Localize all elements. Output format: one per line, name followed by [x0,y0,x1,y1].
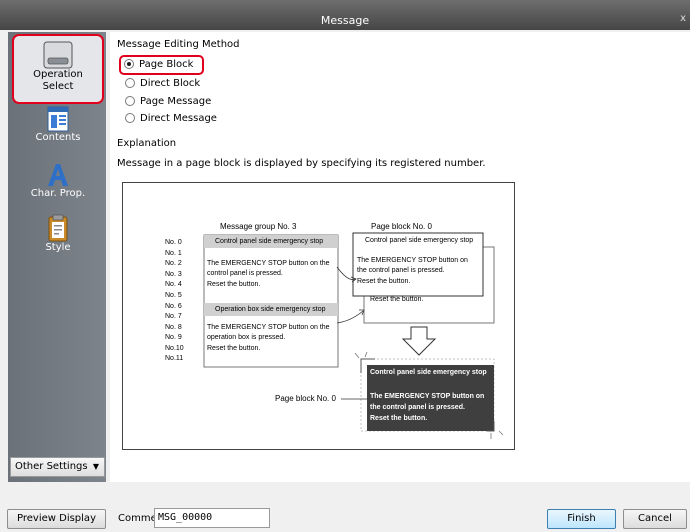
sidebar-item-label: Char. Prop. [30,188,86,199]
explanation-text: Message in a page block is displayed by … [117,158,486,169]
sidebar-item-label: Contents [35,132,81,143]
group-message-line: The EMERGENCY STOP button on the [207,324,330,331]
option-page-message[interactable]: Page Message [125,96,211,110]
sidebar-item-label: Select [42,81,74,92]
group-message-line: The EMERGENCY STOP button on the [207,260,330,267]
close-icon[interactable]: x [680,13,686,24]
char-prop-icon [48,164,68,186]
option-direct-block[interactable]: Direct Block [125,78,200,92]
row-number: No. 5 [165,292,182,299]
option-page-block[interactable]: Page Block [119,55,205,75]
row-number: No. 8 [165,324,182,331]
block-message-line: The EMERGENCY STOP button on [357,257,468,264]
method-heading: Message Editing Method [117,39,240,50]
radio-icon [125,113,135,123]
group-message-line: operation box is pressed. [207,334,286,341]
row-number: No.11 [165,355,184,362]
screen-message-title: Control panel side emergency stop [370,369,487,376]
screen-message-line: the control panel is pressed. [370,404,465,411]
other-settings-label: Other Settings [15,461,88,472]
row-number: No. 2 [165,260,182,267]
other-settings-dropdown[interactable]: Other Settings ▼ [10,457,105,477]
row-number: No. 1 [165,250,182,257]
sidebar-item-label: Style [45,242,71,253]
message-group-title: Message group No. 3 [220,222,297,231]
block-back-line: Reset the button. [370,296,424,303]
explanation-heading: Explanation [117,138,177,149]
preview-display-button[interactable]: Preview Display [7,509,106,529]
block-message-line: Reset the button. [357,278,411,285]
operation-select-icon [43,41,73,69]
group-message-line: control panel is pressed. [207,270,283,277]
sidebar: Operation Select Contents Char. Prop. St… [8,32,106,482]
row-number: No.10 [165,345,184,352]
row-number: No. 0 [165,239,182,246]
block-message-line: the control panel is pressed. [357,267,445,274]
row-number: No. 9 [165,334,182,341]
title-bar: Message x [0,0,690,30]
group-message-title: Operation box side emergency stop [215,306,326,313]
group-message-line: Reset the button. [207,345,261,352]
comment-input[interactable]: MSG_00000 [154,508,270,528]
option-label: Page Message [140,96,212,107]
style-icon [48,214,68,242]
option-label: Direct Message [140,113,217,124]
radio-icon [125,96,135,106]
contents-icon [47,106,69,132]
row-number: No. 6 [165,303,182,310]
group-message-line: Reset the button. [207,281,261,288]
chevron-down-icon: ▼ [92,462,99,471]
cancel-button[interactable]: Cancel [623,509,687,529]
explanation-diagram: Message group No. 3 Page block No. 0 No.… [122,182,515,450]
sidebar-item-operation-select[interactable]: Operation Select [12,34,104,104]
row-number: No. 3 [165,271,182,278]
page-block-title: Page block No. 0 [371,222,432,231]
window-title: Message [320,14,370,27]
sidebar-item-contents[interactable]: Contents [12,106,104,148]
sidebar-item-label: Operation [33,69,83,80]
screen-label: Page block No. 0 [275,394,336,403]
sidebar-item-style[interactable]: Style [12,214,104,258]
comment-label: Comme [118,513,157,524]
block-message-title: Control panel side emergency stop [365,237,474,244]
option-direct-message[interactable]: Direct Message [125,113,217,127]
row-number: No. 7 [165,313,182,320]
option-label: Direct Block [140,78,201,89]
group-message-title: Control panel side emergency stop [215,238,324,245]
option-label: Page Block [139,59,194,70]
screen-message-line: The EMERGENCY STOP button on [370,393,485,400]
radio-selected-icon [124,59,134,69]
finish-button[interactable]: Finish [547,509,616,529]
bottom-bar: Preview Display Comme MSG_00000 Finish C… [0,506,690,532]
row-number: No. 4 [165,281,182,288]
radio-icon [125,78,135,88]
sidebar-item-char-prop[interactable]: Char. Prop. [12,162,104,206]
screen-message-line: Reset the button. [370,415,428,422]
